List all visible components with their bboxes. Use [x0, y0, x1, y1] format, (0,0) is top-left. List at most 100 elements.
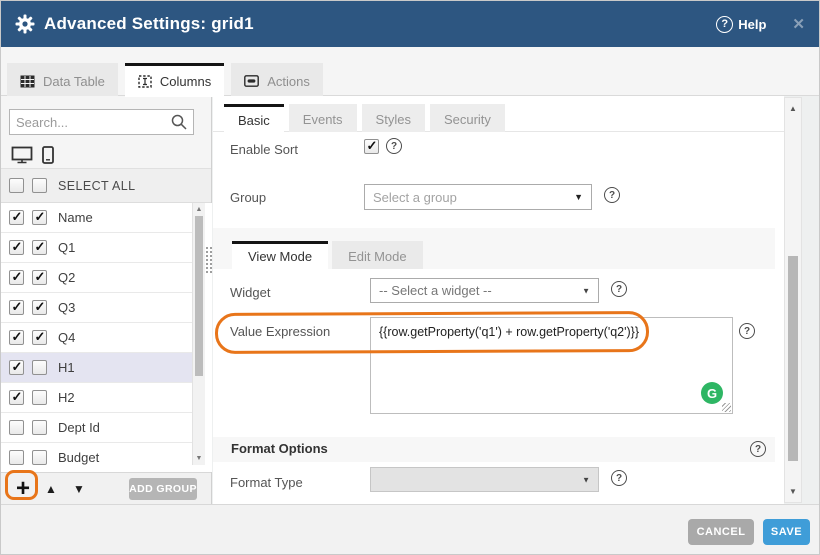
scroll-up-icon[interactable]: ▲	[193, 206, 205, 213]
move-down-icon[interactable]: ▼	[73, 482, 85, 496]
scrollbar-thumb[interactable]	[195, 216, 203, 376]
mobile-checkbox[interactable]	[32, 210, 47, 225]
column-row-budget[interactable]: Budget	[1, 443, 192, 472]
enable-sort-help-icon[interactable]: ?	[386, 138, 402, 154]
column-row-q3[interactable]: Q3	[1, 293, 192, 323]
group-dropdown[interactable]: Select a group ▼	[364, 184, 592, 210]
add-group-button[interactable]: ADD GROUP	[129, 478, 197, 500]
mobile-checkbox[interactable]	[32, 420, 47, 435]
dialog-footer: CANCEL SAVE	[1, 504, 820, 555]
mobile-checkbox[interactable]	[32, 270, 47, 285]
grammarly-icon[interactable]: G	[701, 382, 723, 404]
resize-handle[interactable]	[722, 403, 731, 412]
scrollbar-thumb[interactable]	[788, 256, 798, 461]
group-help-icon[interactable]: ?	[604, 187, 620, 203]
tab-columns[interactable]: Columns	[125, 63, 224, 97]
tab-view-mode[interactable]: View Mode	[232, 241, 328, 269]
tab-edit-mode[interactable]: Edit Mode	[332, 241, 423, 269]
desktop-checkbox[interactable]	[9, 210, 24, 225]
settings-tab-strip: Basic Events Styles Security	[213, 96, 784, 132]
group-value: Select a group	[373, 190, 457, 205]
tab-label: Columns	[160, 74, 211, 89]
desktop-checkbox[interactable]	[9, 240, 24, 255]
panel-splitter-handle[interactable]	[205, 246, 214, 273]
help-question-icon: ?	[716, 16, 733, 33]
format-type-help-icon[interactable]: ?	[611, 470, 627, 486]
columns-list-panel: SELECT ALL Name Q1 Q2	[1, 96, 212, 504]
mobile-checkbox[interactable]	[32, 300, 47, 315]
tab-data-table[interactable]: Data Table	[7, 63, 118, 96]
column-name-label: Q4	[58, 323, 75, 353]
desktop-checkbox[interactable]	[9, 450, 24, 465]
mobile-checkbox[interactable]	[32, 240, 47, 255]
select-all-label: SELECT ALL	[58, 169, 135, 203]
select-all-desktop-checkbox[interactable]	[9, 178, 24, 193]
format-type-select[interactable]: ▼	[370, 467, 599, 492]
column-row-q2[interactable]: Q2	[1, 263, 192, 293]
widget-select[interactable]: -- Select a widget -- ▼	[370, 278, 599, 303]
help-button[interactable]: ? Help	[716, 16, 766, 33]
format-options-help-icon[interactable]: ?	[750, 441, 766, 457]
column-row-q4[interactable]: Q4	[1, 323, 192, 353]
desktop-icon[interactable]	[11, 146, 33, 164]
dialog-title: Advanced Settings: grid1	[44, 14, 254, 34]
scroll-up-icon[interactable]: ▲	[785, 104, 801, 113]
columns-list-scrollbar[interactable]: ▲ ▼	[192, 203, 205, 465]
select-all-mobile-checkbox[interactable]	[32, 178, 47, 193]
column-row-h1[interactable]: H1	[1, 353, 192, 383]
actions-icon	[244, 75, 259, 87]
tab-basic[interactable]: Basic	[224, 104, 284, 133]
tab-events[interactable]: Events	[289, 104, 357, 132]
scroll-down-icon[interactable]: ▼	[193, 455, 205, 462]
chevron-down-icon: ▼	[582, 475, 590, 484]
cancel-button[interactable]: CANCEL	[688, 519, 754, 545]
chevron-down-icon: ▼	[582, 286, 590, 295]
column-name-label: Dept Id	[58, 413, 100, 443]
widget-help-icon[interactable]: ?	[611, 281, 627, 297]
tab-security[interactable]: Security	[430, 104, 505, 132]
mobile-checkbox[interactable]	[32, 360, 47, 375]
mobile-checkbox[interactable]	[32, 330, 47, 345]
widget-label: Widget	[230, 285, 270, 300]
search-input[interactable]	[16, 115, 171, 130]
column-row-h2[interactable]: H2	[1, 383, 192, 413]
columns-list: Name Q1 Q2 Q3	[1, 203, 212, 472]
desktop-checkbox[interactable]	[9, 330, 24, 345]
desktop-checkbox[interactable]	[9, 420, 24, 435]
mobile-checkbox[interactable]	[32, 390, 47, 405]
desktop-checkbox[interactable]	[9, 270, 24, 285]
column-name-label: Q1	[58, 233, 75, 263]
close-icon[interactable]: ✕	[792, 15, 805, 33]
tab-actions[interactable]: Actions	[231, 63, 323, 96]
desktop-checkbox[interactable]	[9, 390, 24, 405]
column-row-name[interactable]: Name	[1, 203, 192, 233]
mobile-checkbox[interactable]	[32, 450, 47, 465]
help-label: Help	[738, 17, 766, 32]
columns-icon	[138, 75, 152, 88]
group-label: Group	[230, 190, 266, 205]
gear-icon	[15, 14, 35, 34]
column-name-label: Q2	[58, 263, 75, 293]
add-column-button[interactable]: +	[11, 476, 35, 502]
tab-styles[interactable]: Styles	[362, 104, 425, 132]
desktop-checkbox[interactable]	[9, 360, 24, 375]
column-row-q1[interactable]: Q1	[1, 233, 192, 263]
column-row-dept-id[interactable]: Dept Id	[1, 413, 192, 443]
desktop-checkbox[interactable]	[9, 300, 24, 315]
value-expression-textarea[interactable]: {{row.getProperty('q1') + row.getPropert…	[370, 317, 733, 414]
settings-panel-scrollbar[interactable]: ▲ ▼	[784, 97, 802, 503]
tab-label: Actions	[267, 74, 310, 89]
save-button[interactable]: SAVE	[763, 519, 810, 545]
select-all-row[interactable]: SELECT ALL	[1, 169, 211, 203]
tab-label: View Mode	[248, 249, 312, 264]
value-expression-label: Value Expression	[230, 324, 330, 339]
scroll-down-icon[interactable]: ▼	[785, 487, 801, 496]
format-options-label: Format Options	[231, 441, 328, 456]
dialog-header: Advanced Settings: grid1 ? Help ✕	[1, 1, 819, 47]
enable-sort-checkbox[interactable]	[364, 139, 379, 154]
mobile-icon[interactable]	[42, 146, 54, 164]
widget-value: -- Select a widget --	[379, 283, 492, 298]
move-up-icon[interactable]: ▲	[45, 482, 57, 496]
search-icon	[171, 114, 187, 130]
value-expression-help-icon[interactable]: ?	[739, 323, 755, 339]
